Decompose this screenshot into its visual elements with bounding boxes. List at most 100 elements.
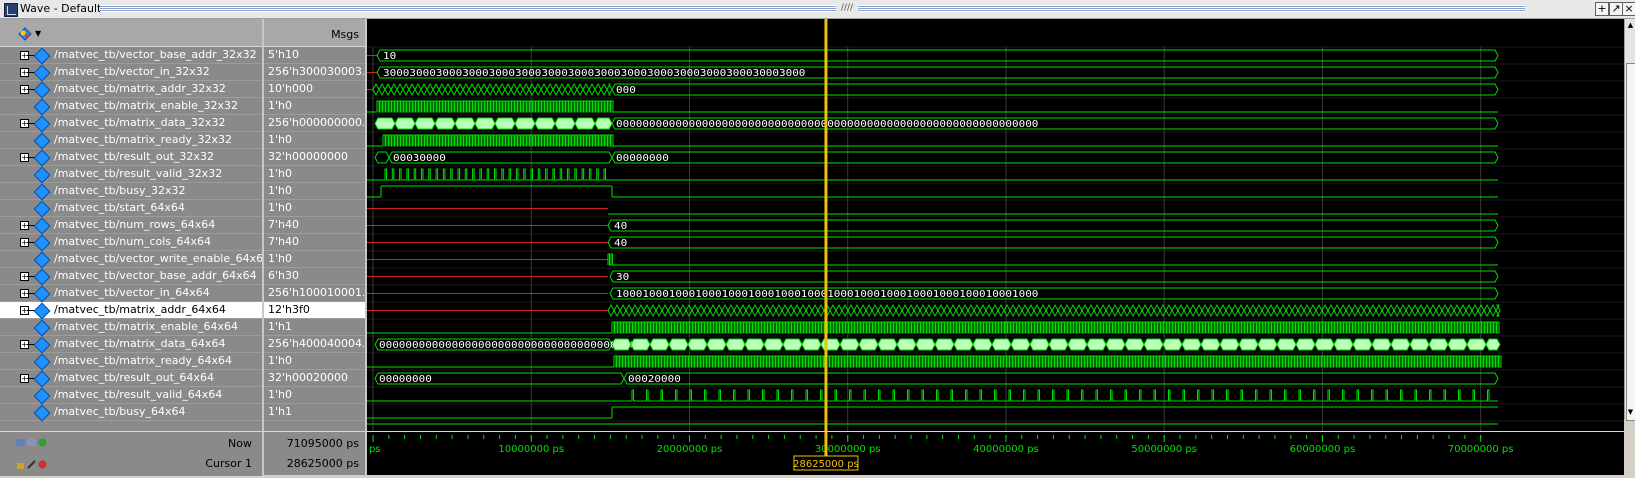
undock-icon[interactable]: ↗ (1609, 2, 1623, 16)
waveform-canvas[interactable]: 10 30003000300030003000300030003000300030… (367, 19, 1624, 431)
signal-name[interactable]: /matvec_tb/num_cols_64x64 (54, 235, 211, 248)
value-row[interactable]: 256'h300030003... (264, 64, 365, 81)
value-row[interactable]: 10'h000 (264, 81, 365, 98)
signal-row[interactable]: /matvec_tb/busy_64x64 (0, 404, 262, 422)
signal-row[interactable]: /matvec_tb/vector_write_enable_64x64 (0, 251, 270, 269)
signal-row[interactable]: +/matvec_tb/num_cols_64x64 (0, 234, 262, 252)
waveform-pane[interactable]: 10 30003000300030003000300030003000300030… (365, 19, 1624, 475)
value-row[interactable]: 7'h40 (264, 217, 365, 234)
pencil-icon[interactable] (27, 460, 36, 469)
signal-name[interactable]: /matvec_tb/num_rows_64x64 (54, 218, 215, 231)
signal-row[interactable]: /matvec_tb/start_64x64 (0, 200, 262, 218)
signal-row[interactable]: +/matvec_tb/num_rows_64x64 (0, 217, 262, 235)
signal-row[interactable]: +/matvec_tb/result_out_32x32 (0, 149, 262, 167)
value-row[interactable]: 1'h0 (264, 166, 365, 183)
scroll-down-icon[interactable]: ▼ (1626, 407, 1635, 417)
value-row[interactable]: 256'h000000000... (264, 115, 365, 132)
signal-row[interactable]: /matvec_tb/result_valid_64x64 (0, 387, 262, 405)
signal-name[interactable]: /matvec_tb/vector_write_enable_64x64 (54, 252, 270, 265)
chevron-down-icon[interactable]: ▼ (35, 29, 41, 38)
signal-row[interactable]: +/matvec_tb/matrix_addr_32x32 (0, 81, 262, 99)
value-row[interactable]: 1'h1 (264, 404, 365, 421)
value-row[interactable]: 12'h3f0 (264, 302, 365, 319)
signal-row[interactable]: /matvec_tb/busy_32x32 (0, 183, 262, 201)
title-grip[interactable] (100, 5, 1525, 12)
scroll-up-icon[interactable]: ▲ (1626, 20, 1635, 30)
signal-row[interactable]: +/matvec_tb/matrix_data_64x64 (0, 336, 262, 354)
grip-handle[interactable]: //// (836, 3, 858, 14)
cursor-label[interactable]: Cursor 1 (205, 457, 252, 470)
signal-row[interactable]: +/matvec_tb/vector_base_addr_32x32 (0, 47, 262, 65)
signal-name[interactable]: /matvec_tb/matrix_enable_32x32 (54, 99, 238, 112)
signal-row[interactable]: /matvec_tb/matrix_enable_32x32 (0, 98, 262, 116)
signal-name[interactable]: /matvec_tb/vector_in_32x32 (54, 65, 210, 78)
value-row[interactable]: 1'h0 (264, 353, 365, 370)
close-icon[interactable]: × (1622, 2, 1635, 16)
bus-value-box (1087, 303, 1095, 318)
value-row[interactable]: 7'h40 (264, 234, 365, 251)
bus-value-box (1345, 303, 1353, 318)
signal-row[interactable]: +/matvec_tb/matrix_addr_64x64 (0, 302, 262, 320)
value-row[interactable]: 256'h100010001... (264, 285, 365, 302)
signal-name[interactable]: /matvec_tb/matrix_addr_32x32 (54, 82, 226, 95)
signal-name[interactable]: /matvec_tb/matrix_enable_64x64 (54, 320, 238, 333)
signal-row[interactable]: /matvec_tb/result_valid_32x32 (0, 166, 262, 184)
bus-value-box (1147, 303, 1155, 318)
scroll-thumb[interactable] (1626, 63, 1635, 421)
value-row[interactable]: 1'h0 (264, 98, 365, 115)
signal-row[interactable]: +/matvec_tb/vector_in_32x32 (0, 64, 262, 82)
signal-row[interactable]: +/matvec_tb/vector_in_64x64 (0, 285, 262, 303)
value-row[interactable]: 32'h00020000 (264, 370, 365, 387)
signal-row[interactable]: +/matvec_tb/result_out_64x64 (0, 370, 262, 388)
wave-tools-icon[interactable] (18, 27, 32, 41)
signal-name[interactable]: /matvec_tb/result_out_32x32 (54, 150, 214, 163)
value-row[interactable]: 32'h00000000 (264, 149, 365, 166)
signal-row[interactable]: +/matvec_tb/vector_base_addr_64x64 (0, 268, 262, 286)
signal-name[interactable]: /matvec_tb/matrix_data_64x64 (54, 337, 225, 350)
bus-value-box (985, 303, 993, 318)
value-row[interactable]: 1'h1 (264, 319, 365, 336)
signal-name[interactable]: /matvec_tb/matrix_ready_64x64 (54, 354, 232, 367)
signal-name[interactable]: /matvec_tb/matrix_data_32x32 (54, 116, 225, 129)
signal-name[interactable]: /matvec_tb/vector_in_64x64 (54, 286, 210, 299)
signal-name[interactable]: /matvec_tb/result_valid_64x64 (54, 388, 222, 401)
signal-name[interactable]: /matvec_tb/result_valid_32x32 (54, 167, 222, 180)
signal-name[interactable]: /matvec_tb/matrix_ready_32x32 (54, 133, 232, 146)
signal-row[interactable]: /matvec_tb/matrix_enable_64x64 (0, 319, 262, 337)
value-row[interactable]: 1'h0 (264, 200, 365, 217)
timeline-ruler[interactable]: ps 10000000 ps 20000000 ps 30000000 ps 40000… (367, 432, 1624, 475)
edit-cursor-icon[interactable] (27, 438, 36, 447)
vertical-scrollbar[interactable]: ▲ ▼ (1624, 19, 1635, 421)
value-row[interactable]: 1'h0 (264, 132, 365, 149)
signal-row[interactable]: /matvec_tb/matrix_ready_64x64 (0, 353, 262, 371)
bus-value-box (486, 82, 494, 97)
add-cursor-icon[interactable] (38, 438, 47, 447)
value-row[interactable]: 1'h0 (264, 251, 365, 268)
value-row[interactable]: 1'h0 (264, 387, 365, 404)
timeline-pane[interactable]: ps 10000000 ps 20000000 ps 30000000 ps 40000… (365, 431, 1624, 475)
value-row[interactable]: 1'h0 (264, 183, 365, 200)
signal-name[interactable]: /matvec_tb/start_64x64 (54, 201, 185, 214)
signal-name[interactable]: /matvec_tb/vector_base_addr_64x64 (54, 269, 257, 282)
insert-cursor-icon[interactable] (16, 438, 25, 447)
signal-name[interactable]: /matvec_tb/busy_64x64 (54, 405, 186, 418)
bus-value-box (955, 303, 963, 318)
value-row[interactable]: 256'h400040004... (264, 336, 365, 353)
bus-value-box (600, 82, 608, 97)
maximize-icon[interactable]: + (1595, 2, 1609, 16)
cursor-name-pane: Now Cursor 1 (0, 431, 262, 476)
signal-name[interactable]: /matvec_tb/busy_32x32 (54, 184, 186, 197)
bus-value-box (1381, 303, 1389, 318)
bus-value-box (1405, 303, 1413, 318)
bus-value-box (697, 303, 705, 318)
value-row[interactable]: 5'h10 (264, 47, 365, 64)
signal-name[interactable]: /matvec_tb/matrix_addr_64x64 (54, 303, 226, 316)
value-row[interactable]: 6'h30 (264, 268, 365, 285)
delete-cursor-icon[interactable] (38, 460, 47, 469)
signal-name[interactable]: /matvec_tb/vector_base_addr_32x32 (54, 48, 257, 61)
signal-row[interactable]: +/matvec_tb/matrix_data_32x32 (0, 115, 262, 133)
signal-row[interactable]: /matvec_tb/matrix_ready_32x32 (0, 132, 262, 150)
lock-cursor-icon[interactable] (16, 460, 25, 469)
bus-value-box (703, 303, 711, 318)
signal-name[interactable]: /matvec_tb/result_out_64x64 (54, 371, 214, 384)
